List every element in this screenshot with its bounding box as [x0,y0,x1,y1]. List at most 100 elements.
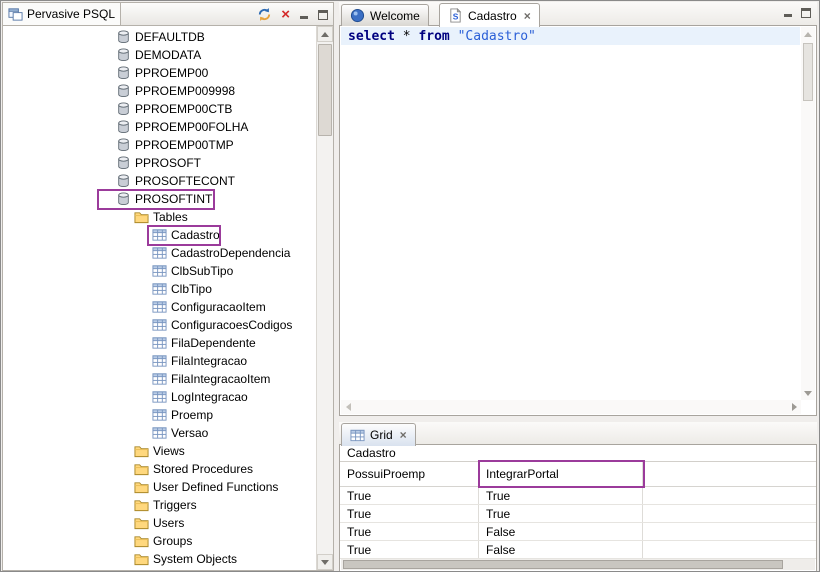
scrollbar-thumb[interactable] [343,560,783,569]
tree-item-label: FilaIntegracaoItem [171,370,270,388]
editor-tabbar: Welcome Cadastro × [339,2,817,26]
table-icon [152,372,167,386]
scroll-up-icon[interactable] [801,27,815,41]
grid-cell[interactable]: True [340,541,479,558]
tree-item-system-objects[interactable]: System Objects [3,550,316,568]
tree-item-label: Views [153,442,185,460]
tree-item-stored-procedures[interactable]: Stored Procedures [3,460,316,478]
pervasive-psql-title-tab[interactable]: Pervasive PSQL [3,3,121,25]
tree-item-triggers[interactable]: Triggers [3,496,316,514]
maximize-icon[interactable] [801,8,811,18]
tree-item-users[interactable]: Users [3,514,316,532]
maximize-icon[interactable] [318,10,328,20]
grid-cell[interactable]: True [479,487,643,504]
close-icon[interactable]: × [524,11,531,21]
tree-item-filaintegracao[interactable]: FilaIntegracao [3,352,316,370]
tree-item-clbsubtipo[interactable]: ClbSubTipo [3,262,316,280]
tree-item-tables[interactable]: Tables [3,208,316,226]
table-icon [152,390,167,404]
tree-item-label: ConfiguracaoItem [171,298,266,316]
tree-item-label: PPROEMP00 [135,64,208,82]
table-icon [152,426,167,440]
tree-item-label: Triggers [153,496,197,514]
grid-cell[interactable]: True [340,523,479,540]
minimize-icon[interactable] [783,8,793,18]
editor-vertical-scrollbar[interactable] [801,27,815,400]
grid-row: True False [340,523,816,541]
pervasive-psql-view-header: Pervasive PSQL × [2,2,334,26]
scroll-up-icon[interactable] [317,26,333,42]
grid-cell[interactable]: True [340,487,479,504]
tree-item-groups[interactable]: Groups [3,532,316,550]
tree-item-pproemp00folha[interactable]: PPROEMP00FOLHA [3,118,316,136]
tree-item-label: PROSOFTINT [135,190,212,208]
database-icon [116,192,131,206]
tree-item-defaultdb[interactable]: DEFAULTDB [3,28,316,46]
tree-item-demodata[interactable]: DEMODATA [3,46,316,64]
delete-icon[interactable]: × [281,8,290,22]
refresh-icon[interactable] [257,7,272,22]
database-tree[interactable]: DEFAULTDB DEMODATA PPROEMP00 PPROEMP0099… [2,26,334,571]
folder-icon [134,516,149,530]
table-icon [152,354,167,368]
welcome-icon [350,8,365,23]
tree-item-configuracoescodigos[interactable]: ConfiguracoesCodigos [3,316,316,334]
tree-items: DEFAULTDB DEMODATA PPROEMP00 PPROEMP0099… [3,28,316,568]
tree-item-prosoftint[interactable]: PROSOFTINT [3,190,316,208]
scroll-right-icon[interactable] [787,400,801,414]
grid-icon [350,428,365,443]
panel-title: Pervasive PSQL [27,7,115,21]
grid-cell[interactable]: True [479,505,643,522]
tree-item-logintegracao[interactable]: LogIntegracao [3,388,316,406]
tree-item-versao[interactable]: Versao [3,424,316,442]
tree-item-pproemp00tmp[interactable]: PPROEMP00TMP [3,136,316,154]
tree-scrollbar[interactable] [316,26,333,570]
minimize-icon[interactable] [299,10,309,20]
tree-item-user-defined-functions[interactable]: User Defined Functions [3,478,316,496]
scroll-down-icon[interactable] [801,386,815,400]
tree-item-pproemp00ctb[interactable]: PPROEMP00CTB [3,100,316,118]
tab-grid[interactable]: Grid × [341,423,416,446]
tree-item-clbtipo[interactable]: ClbTipo [3,280,316,298]
grid-horizontal-scrollbar[interactable] [341,559,815,570]
sql-file-icon [448,8,463,23]
tree-item-label: PPROEMP009998 [135,82,235,100]
tree-item-filaintegracaoitem[interactable]: FilaIntegracaoItem [3,370,316,388]
tree-item-label: Tables [153,208,188,226]
tree-item-pproemp00[interactable]: PPROEMP00 [3,64,316,82]
grid-cell[interactable]: False [479,541,643,558]
tree-item-label: ConfiguracoesCodigos [171,316,292,334]
tree-item-filadependente[interactable]: FilaDependente [3,334,316,352]
column-header-possuiproemp[interactable]: PossuiProemp [340,462,479,486]
table-icon [152,282,167,296]
tree-item-proemp[interactable]: Proemp [3,406,316,424]
editor-window-buttons [783,8,811,18]
tree-item-prosoftecont[interactable]: PROSOFTECONT [3,172,316,190]
close-icon[interactable]: × [400,430,407,440]
editor-horizontal-scrollbar[interactable] [341,400,801,414]
tree-item-label: PROSOFTECONT [135,172,235,190]
tree-item-label: System Objects [153,550,237,568]
tree-item-cadastro[interactable]: Cadastro [3,226,316,244]
grid-cell[interactable]: True [340,505,479,522]
tree-item-cadastrodependencia[interactable]: CadastroDependencia [3,244,316,262]
sql-editor[interactable]: select * from "Cadastro" [339,26,817,416]
table-icon [152,228,167,242]
scroll-left-icon[interactable] [341,400,355,414]
tree-item-configuracaoitem[interactable]: ConfiguracaoItem [3,298,316,316]
grid-cell[interactable]: False [479,523,643,540]
tree-item-pprosoft[interactable]: PPROSOFT [3,154,316,172]
tree-item-label: PPROEMP00CTB [135,100,232,118]
tab-welcome[interactable]: Welcome [341,4,429,26]
tree-item-label: PPROEMP00FOLHA [135,118,248,136]
tab-cadastro[interactable]: Cadastro × [439,3,540,27]
scroll-down-icon[interactable] [317,554,333,570]
table-icon [152,408,167,422]
tree-item-pproemp009998[interactable]: PPROEMP009998 [3,82,316,100]
tree-item-label: DEMODATA [135,46,201,64]
view-toolbar: × [257,3,328,26]
scrollbar-thumb[interactable] [318,44,332,136]
tree-item-views[interactable]: Views [3,442,316,460]
scrollbar-thumb[interactable] [803,43,813,101]
column-header-integrarportal[interactable]: IntegrarPortal [479,462,643,486]
